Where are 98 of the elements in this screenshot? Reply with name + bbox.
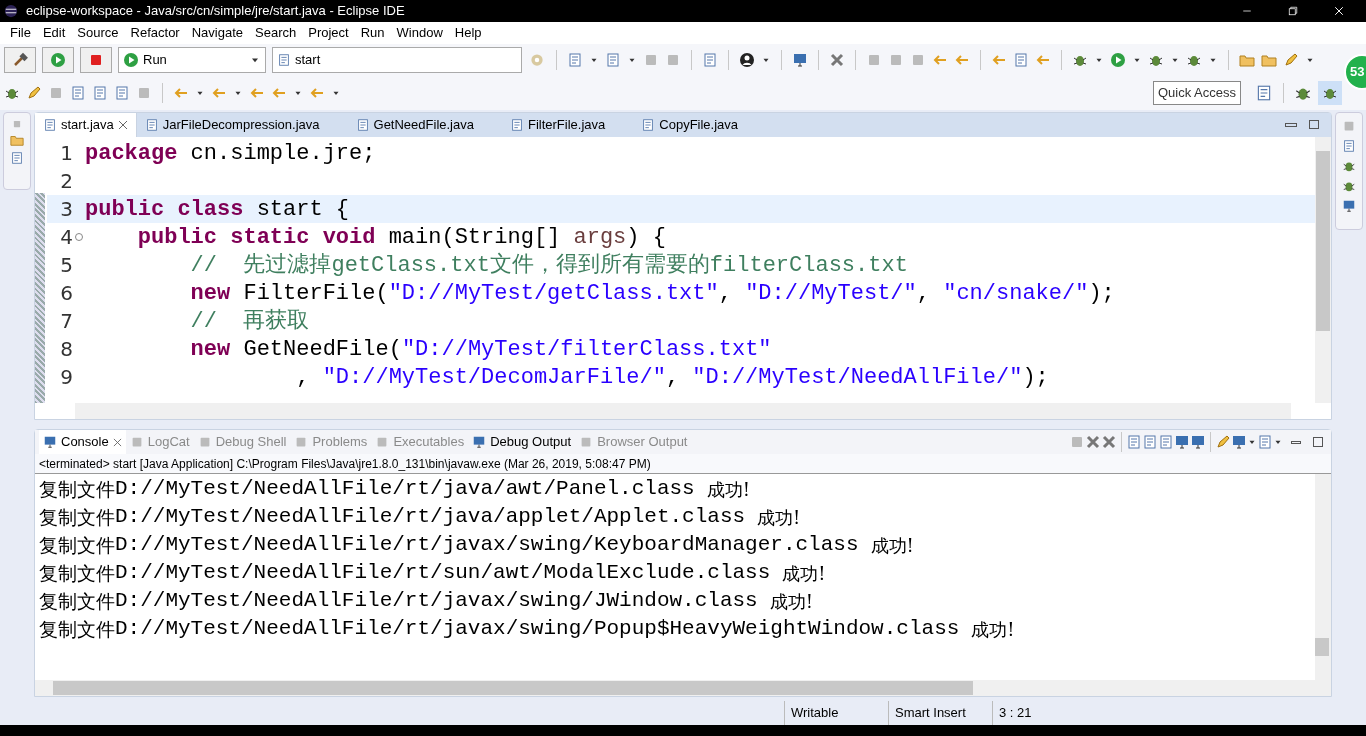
notification-badge: 53 (1344, 54, 1366, 90)
console-line: 复制文件D://MyTest/NeedAllFile/rt/javax/swing/JWindow.class 成功! (39, 588, 814, 615)
line-number: 2 (59, 168, 74, 195)
document-icon[interactable] (1342, 139, 1356, 153)
minimize-button[interactable] (1285, 123, 1297, 127)
menu-item[interactable]: Project (302, 23, 355, 43)
code-line: // 先过滤掉getClass.txt文件，得到所有需要的filterClass.txt (189, 251, 908, 280)
document-icon[interactable] (10, 151, 24, 165)
line-number: 1 (59, 140, 74, 167)
document-icon (641, 118, 656, 132)
horizontal-scrollbar[interactable] (35, 680, 1331, 696)
run-icon (50, 52, 66, 68)
menu-item[interactable]: Source (71, 23, 125, 43)
document-icon[interactable] (70, 85, 86, 101)
pencil-icon[interactable] (1283, 52, 1299, 68)
code-line: new FilterFile("D://MyTest/getClass.txt", "D://MyTest/", "cn/snake/"); (189, 279, 1115, 308)
stop-button[interactable] (80, 47, 112, 73)
monitor-icon[interactable] (792, 52, 808, 68)
line-number: 6 (59, 280, 74, 307)
document-icon[interactable] (1142, 434, 1158, 450)
menu-item[interactable]: Edit (36, 23, 72, 43)
view-tab[interactable]: Console (39, 430, 126, 454)
document-icon (277, 53, 291, 67)
console-line: 复制文件D://MyTest/NeedAllFile/rt/java/applet/Applet.class 成功! (39, 504, 802, 531)
document-icon[interactable] (567, 52, 583, 68)
code-line: new GetNeedFile("D://MyTest/filterClass.txt" (189, 335, 772, 364)
monitor-icon[interactable] (1190, 434, 1206, 450)
document-icon (510, 118, 524, 132)
console-status: <terminated> start [Java Application] C:\Program Files\Java\jre1.8.0_131\bin\javaw.exe (Mar 26, 2019, 5:08:47 PM) (35, 454, 1331, 474)
hammer-icon (12, 52, 28, 68)
document-icon[interactable] (92, 85, 108, 101)
maximize-button[interactable] (1309, 120, 1319, 129)
document-icon[interactable] (1013, 52, 1029, 68)
maximize-button[interactable] (1313, 437, 1323, 447)
monitor-icon (472, 435, 487, 449)
editor-tab[interactable]: start.java (35, 113, 137, 137)
menu-item[interactable]: Refactor (124, 23, 186, 43)
folder-icon[interactable] (1239, 52, 1255, 68)
document-icon[interactable] (114, 85, 130, 101)
restore-icon[interactable] (1287, 5, 1299, 17)
console-line: 复制文件D://MyTest/NeedAllFile/rt/javax/swing/KeyboardManager.class 成功! (39, 532, 915, 559)
line-number: 5 (59, 252, 74, 279)
run-icon (123, 52, 139, 68)
monitor-icon[interactable] (1342, 199, 1356, 213)
menu-item[interactable]: Search (249, 23, 303, 43)
editor-tab[interactable]: GetNeedFile.java (347, 113, 482, 137)
line-number: 9 (59, 364, 74, 391)
monitor-icon[interactable] (1231, 434, 1247, 450)
build-button[interactable] (4, 47, 36, 73)
run-button[interactable] (42, 47, 74, 73)
person-icon[interactable] (739, 52, 755, 68)
monitor-icon[interactable] (1174, 434, 1190, 450)
document-icon[interactable] (605, 52, 621, 68)
document-icon[interactable] (1158, 434, 1174, 450)
view-tab[interactable]: Debug Output (468, 430, 576, 454)
code-line: , "D://MyTest/DecomJarFile/", "D://MyTest/NeedAllFile/"); (295, 363, 1049, 392)
line-number: 4 (59, 224, 74, 251)
line-number: 8 (59, 336, 74, 363)
code-line: package cn.simple.jre; (85, 139, 376, 168)
menu-item[interactable]: Navigate (185, 23, 249, 43)
menu-item[interactable]: Window (390, 23, 449, 43)
document-icon[interactable] (1126, 434, 1142, 450)
vertical-scrollbar[interactable] (1315, 137, 1331, 403)
code-line: public static void main(String[] args) { (136, 223, 666, 252)
console-line: 复制文件D://MyTest/NeedAllFile/rt/java/awt/Panel.class 成功! (39, 476, 751, 503)
window-title: eclipse-workspace - Java/src/cn/simple/jre/start.java - Eclipse IDE (26, 2, 405, 21)
editor-tab[interactable]: FilterFile.java (502, 113, 614, 137)
app-logo-icon (4, 4, 18, 18)
menu-item[interactable]: Help (448, 23, 488, 43)
run-config-dropdown[interactable]: Run (118, 47, 266, 73)
document-icon (355, 118, 370, 132)
run-icon[interactable] (1110, 52, 1126, 68)
console-line: 复制文件D://MyTest/NeedAllFile/rt/javax/swing/Popup$HeavyWeightWindow.class 成功! (39, 616, 1016, 643)
folder-icon[interactable] (10, 133, 24, 147)
document-icon[interactable] (1255, 84, 1273, 102)
document-icon (144, 118, 159, 132)
launch-target-dropdown[interactable]: start (272, 47, 522, 73)
folder-icon[interactable] (1261, 52, 1277, 68)
code-line: public class start { (85, 195, 350, 224)
menu-item[interactable]: Run (354, 23, 391, 43)
document-icon (43, 118, 57, 132)
editor-tab[interactable]: CopyFile.java (633, 113, 747, 137)
line-number: 3 (59, 196, 74, 223)
pencil-icon[interactable] (1215, 434, 1231, 450)
console-line: 复制文件D://MyTest/NeedAllFile/rt/sun/awt/ModalExclude.class 成功! (39, 560, 827, 587)
editor-tab[interactable]: JarFileDecompression.java (136, 113, 328, 137)
minimize-button[interactable] (1291, 440, 1301, 444)
perspective-button[interactable] (1318, 81, 1342, 105)
monitor-icon (43, 435, 57, 449)
code-line: // 再获取 (189, 307, 310, 336)
line-number: 7 (59, 308, 74, 335)
menu-item[interactable]: File (4, 23, 37, 43)
stop-icon (88, 52, 104, 68)
vertical-scrollbar[interactable] (1315, 474, 1331, 680)
document-icon[interactable] (702, 52, 718, 68)
horizontal-scrollbar[interactable] (75, 403, 1291, 419)
quick-access-field[interactable]: Quick Access (1152, 81, 1241, 105)
pencil-icon[interactable] (26, 85, 42, 101)
